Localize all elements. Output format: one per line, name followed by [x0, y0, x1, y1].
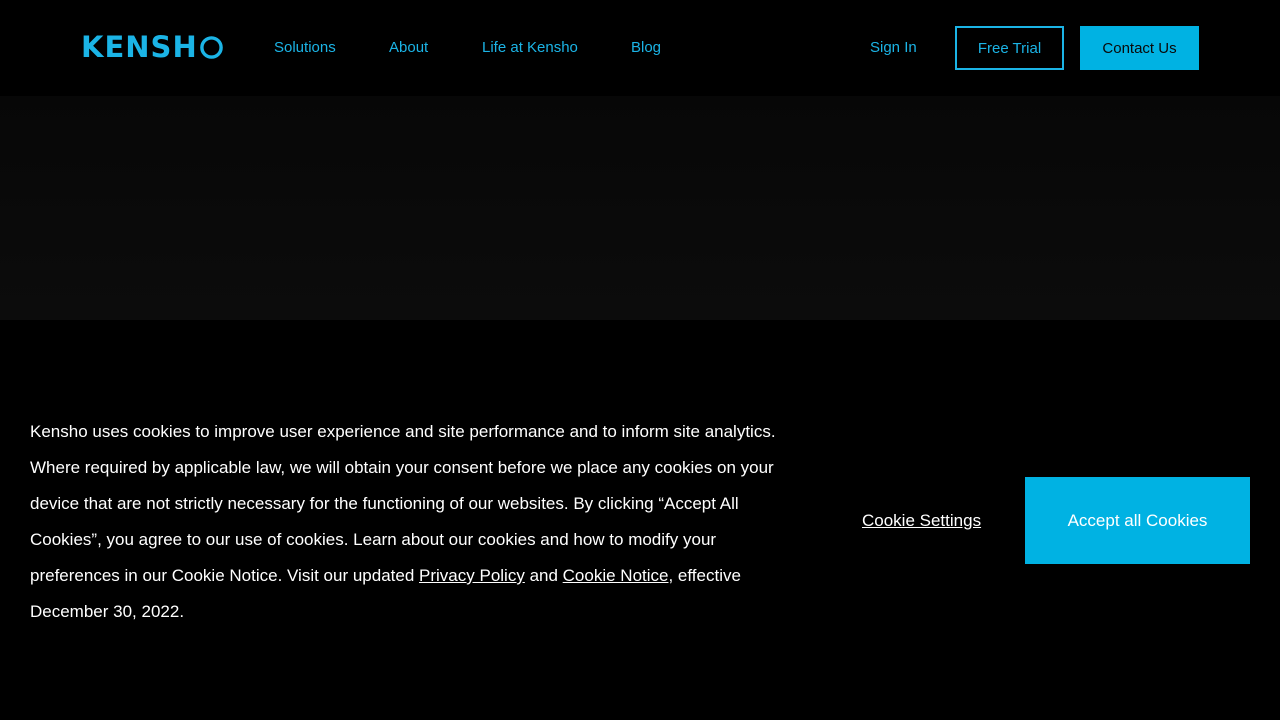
kensho-o-icon	[199, 35, 223, 59]
cookie-text-and: and	[524, 566, 563, 585]
cookie-settings-link[interactable]: Cookie Settings	[862, 510, 981, 532]
nav-blog[interactable]: Blog	[631, 38, 661, 58]
nav-about[interactable]: About	[389, 38, 428, 58]
cookie-text-main: Kensho uses cookies to improve user expe…	[30, 422, 776, 585]
nav-life-at-kensho[interactable]: Life at Kensho	[482, 38, 578, 58]
logo-text: KENSH	[81, 29, 198, 64]
free-trial-button[interactable]: Free Trial	[955, 26, 1064, 70]
site-header: KENSH Solutions About Life at Kensho Blo…	[0, 0, 1280, 96]
privacy-policy-link[interactable]: Privacy Policy	[419, 566, 525, 585]
kensho-logo[interactable]: KENSH	[81, 30, 223, 64]
cookie-notice-link[interactable]: Cookie Notice	[563, 566, 669, 585]
accept-all-cookies-button[interactable]: Accept all Cookies	[1025, 477, 1250, 564]
sign-in-link[interactable]: Sign In	[870, 38, 917, 58]
nav-solutions[interactable]: Solutions	[274, 38, 336, 58]
hero-section	[0, 96, 1280, 320]
cookie-notice-text: Kensho uses cookies to improve user expe…	[30, 414, 790, 630]
contact-us-button[interactable]: Contact Us	[1080, 26, 1199, 70]
